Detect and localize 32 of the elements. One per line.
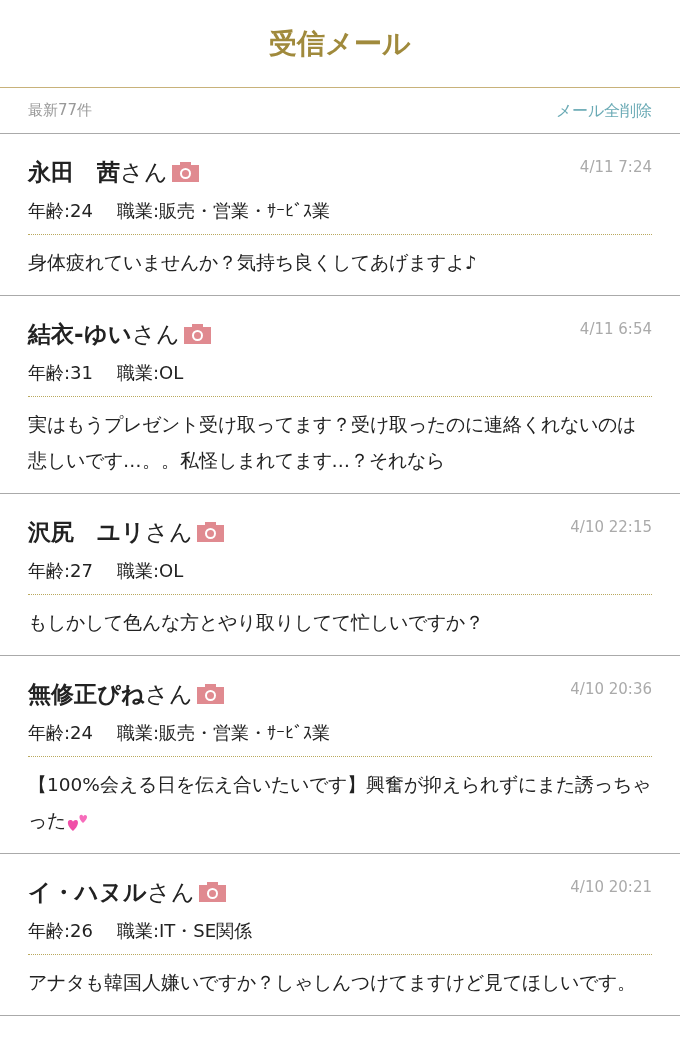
age-label: 年齢:26 [28,919,93,943]
camera-icon [183,324,211,344]
sender-name[interactable]: 沢尻 ユリさん [28,516,193,548]
message-preview[interactable]: 【100%会える日を伝え合いたいです】興奮が抑えられずにまた誘っちゃった [28,767,652,839]
received-time: 4/11 6:54 [579,319,652,340]
age-label: 年齢:27 [28,559,93,583]
received-time: 4/10 22:15 [570,517,652,538]
occupation-label: 職業:OL [116,361,184,385]
page-title: 受信メール [269,25,411,62]
age-label: 年齢:31 [28,361,93,385]
message-preview[interactable]: アナタも韓国人嫌いですか？しゃしんつけてますけど見てほしいです。 [28,965,652,1001]
occupation-label: 職業:販売・営業・ｻｰﾋﾞｽ業 [116,721,331,745]
received-time: 4/10 20:36 [570,679,652,700]
message-preview[interactable]: 身体疲れていませんか？気持ち良くしてあげますよ♪ [28,245,652,281]
message-preview[interactable]: もしかして色んな方とやり取りしてて忙しいですか？ [28,605,652,641]
camera-icon [199,882,226,902]
age-label: 年齢:24 [28,199,93,223]
age-label: 年齢:24 [28,721,93,745]
sender-name[interactable]: 永田 茜さん [28,156,168,188]
received-time: 4/11 7:24 [579,157,652,178]
message-preview[interactable]: 実はもうプレゼント受け取ってます？受け取ったのに連絡くれないのは悲しいです…。。私怪しまれてます…？それなら [28,407,652,479]
message-count: 最新77件 [28,100,93,122]
camera-icon [197,522,224,542]
sender-name[interactable]: イ・ハヌルさん [28,876,195,908]
occupation-label: 職業:OL [116,559,184,583]
occupation-label: 職業:販売・営業・ｻｰﾋﾞｽ業 [116,199,331,223]
camera-icon [197,684,224,704]
sender-name[interactable]: 無修正ぴねさん [28,678,193,710]
sender-name[interactable]: 結衣-ゆいさん [28,318,180,350]
camera-icon [172,162,199,182]
received-time: 4/10 20:21 [570,877,652,898]
occupation-label: 職業:IT・SE関係 [116,919,253,943]
